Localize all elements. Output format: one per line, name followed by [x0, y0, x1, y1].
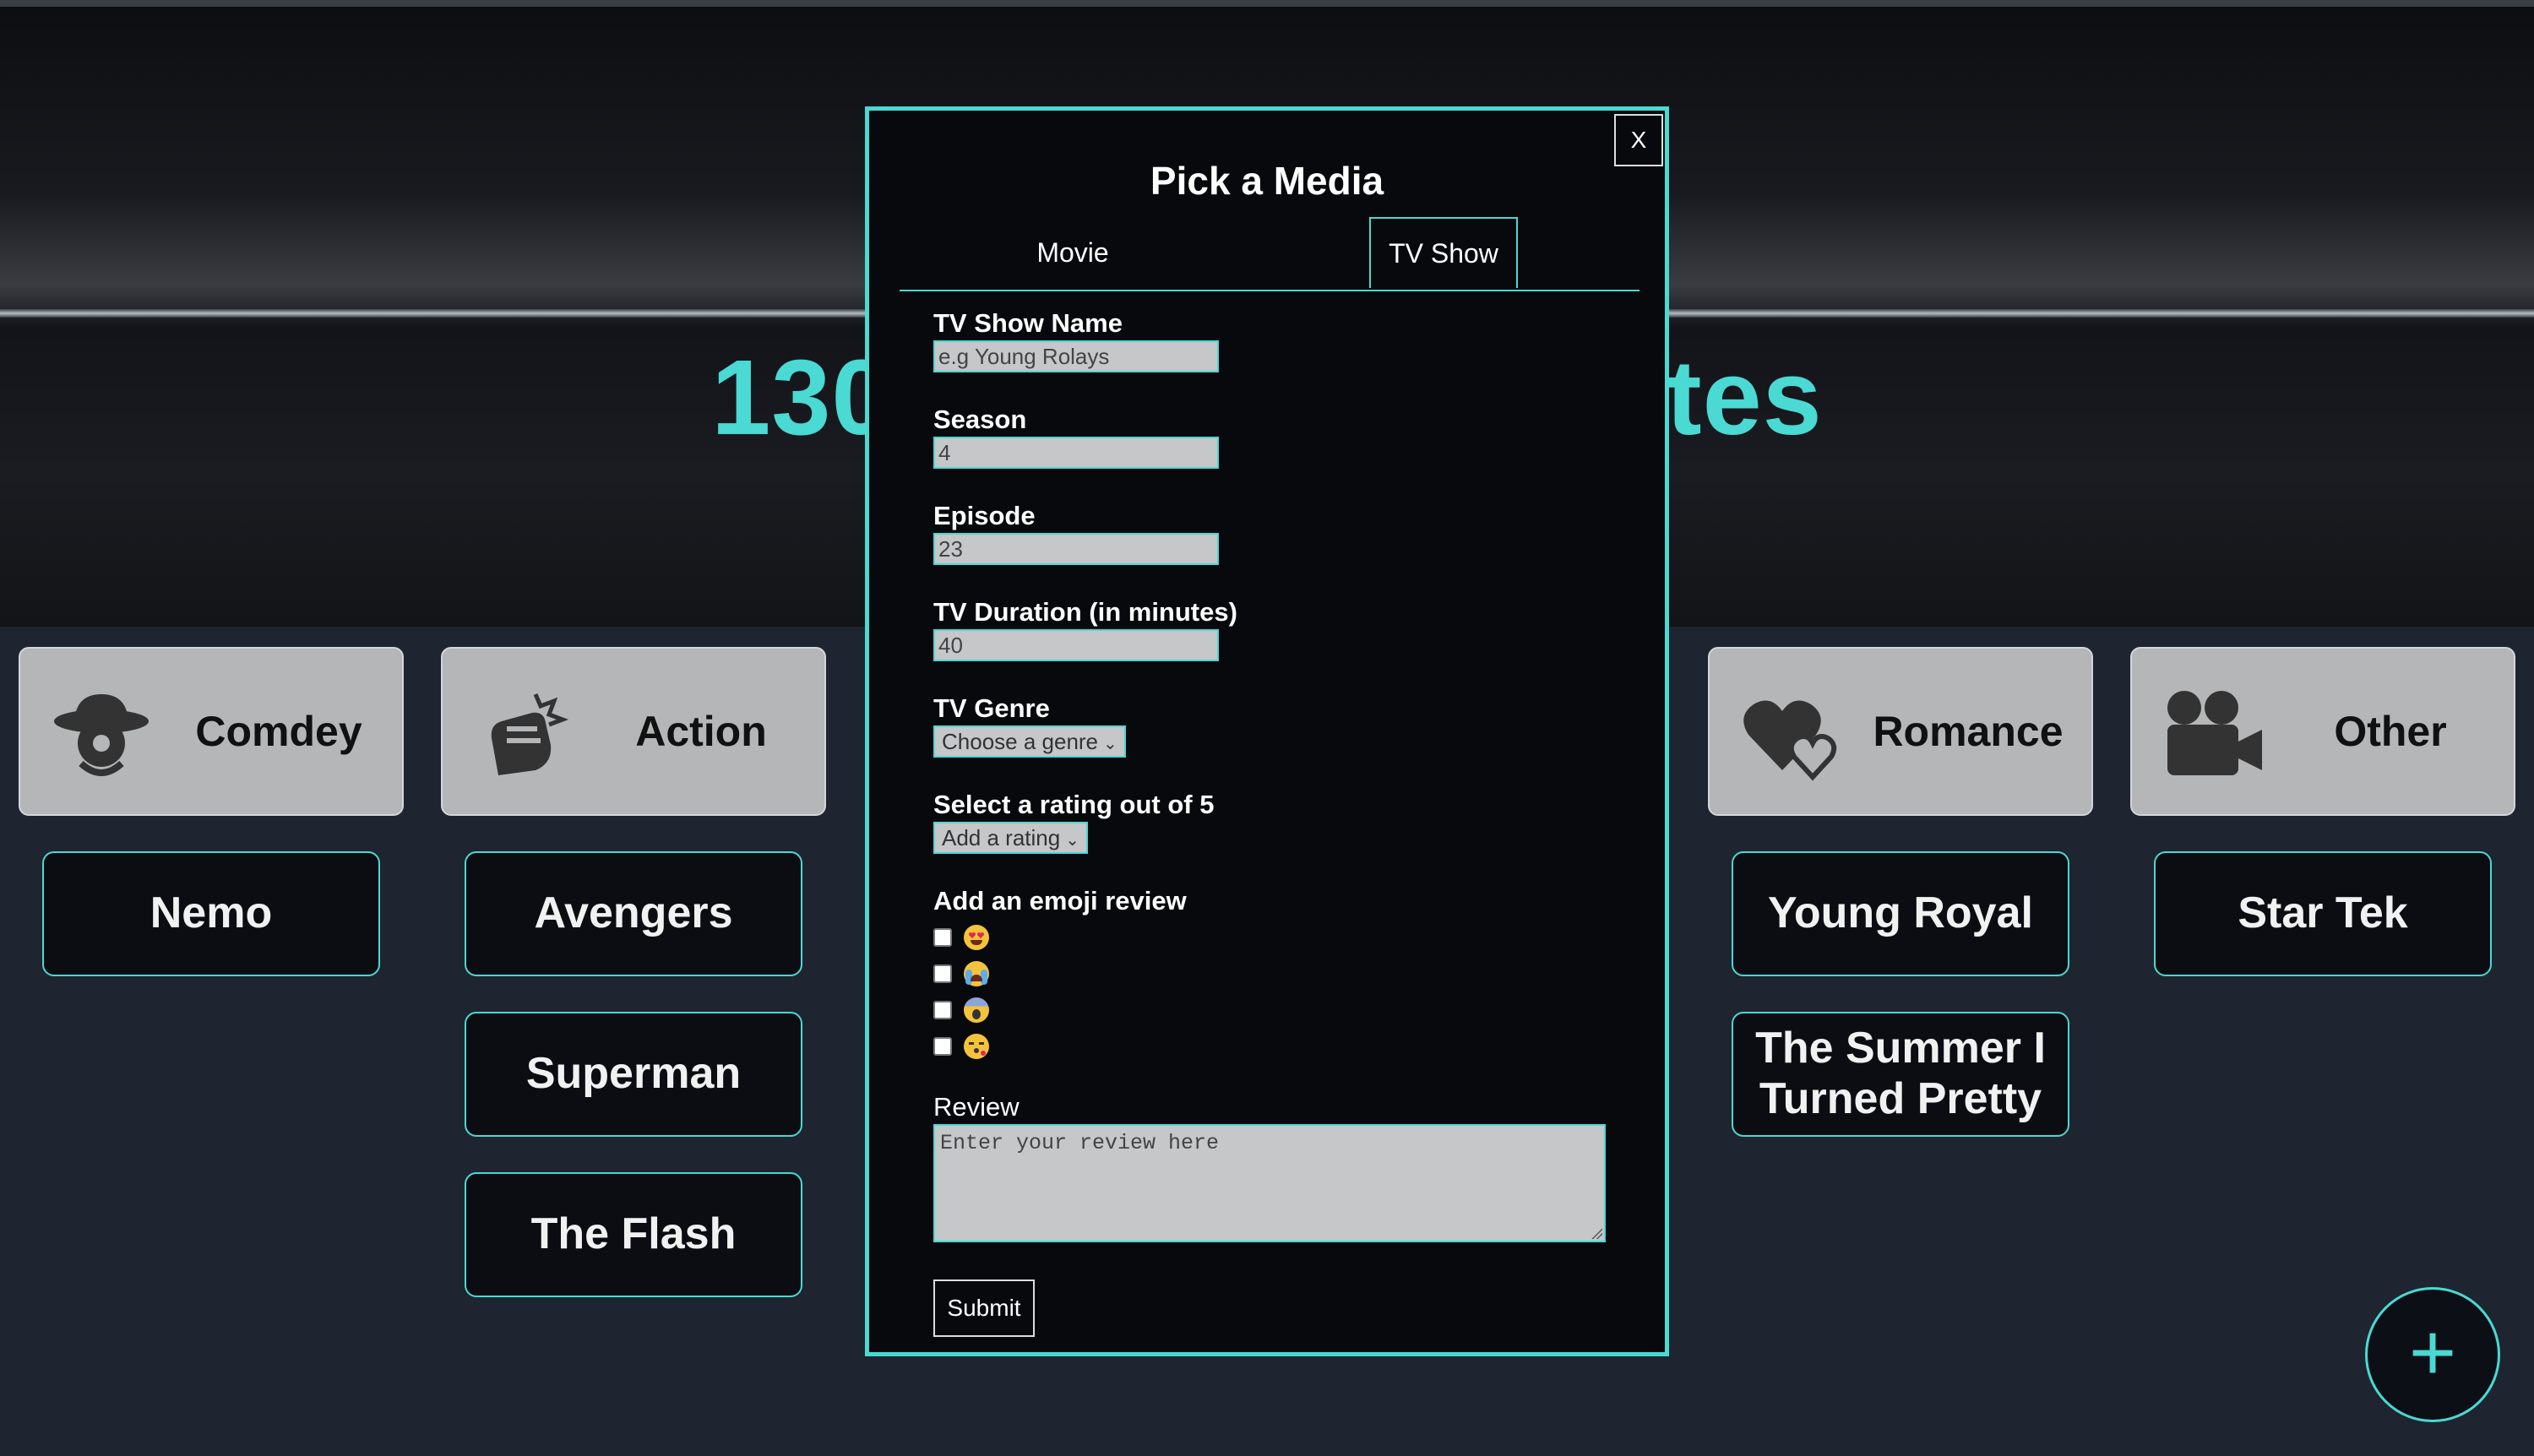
- rating-select-value: Add a rating: [942, 825, 1061, 850]
- tab-movie[interactable]: Movie: [900, 217, 1246, 288]
- review-textarea[interactable]: Enter your review here: [933, 1124, 1606, 1242]
- emoji-option[interactable]: [933, 923, 989, 952]
- tv-show-name-label: TV Show Name: [933, 308, 1123, 338]
- tab-tv-show[interactable]: TV Show: [1369, 217, 1518, 288]
- heart-eyes-emoji-icon: [964, 925, 989, 950]
- duration-input[interactable]: 40: [933, 629, 1219, 661]
- emoji-checkbox[interactable]: [933, 928, 952, 947]
- review-label: Review: [933, 1092, 1020, 1122]
- emoji-checkbox[interactable]: [933, 964, 952, 983]
- emoji-checkbox[interactable]: [933, 1037, 952, 1056]
- season-input[interactable]: 4: [933, 437, 1219, 469]
- submit-button[interactable]: Submit: [933, 1279, 1035, 1337]
- emoji-option[interactable]: [933, 996, 989, 1024]
- rating-select[interactable]: Add a rating ⌄: [933, 822, 1088, 854]
- emoji-option[interactable]: [933, 959, 989, 988]
- kissing-emoji-icon: [964, 1034, 989, 1059]
- episode-label: Episode: [933, 501, 1036, 530]
- genre-select[interactable]: Choose a genre ⌄: [933, 725, 1126, 758]
- modal-title: Pick a Media: [1150, 159, 1384, 203]
- emoji-checkbox[interactable]: [933, 1001, 952, 1019]
- modal-overlay: X Pick a Media Movie TV Show TV Show Nam…: [0, 0, 2534, 1456]
- tab-divider: [900, 290, 1639, 291]
- crying-emoji-icon: [964, 961, 989, 986]
- emoji-option[interactable]: [933, 1032, 989, 1061]
- duration-label: TV Duration (in minutes): [933, 597, 1237, 627]
- pick-media-modal: X Pick a Media Movie TV Show TV Show Nam…: [865, 106, 1669, 1356]
- chevron-down-icon: ⌄: [1103, 735, 1117, 753]
- rating-select-label: Select a rating out of 5: [933, 790, 1215, 819]
- season-label: Season: [933, 405, 1027, 434]
- screaming-emoji-icon: [964, 997, 989, 1023]
- genre-select-value: Choose a genre: [942, 729, 1099, 754]
- emoji-review-label: Add an emoji review: [933, 886, 1187, 915]
- genre-select-label: TV Genre: [933, 693, 1050, 723]
- chevron-down-icon: ⌄: [1065, 831, 1079, 850]
- resize-handle-icon[interactable]: [1591, 1227, 1602, 1239]
- tv-show-name-input[interactable]: e.g Young Rolays: [933, 340, 1219, 372]
- review-placeholder: Enter your review here: [940, 1131, 1220, 1155]
- episode-input[interactable]: 23: [933, 533, 1219, 565]
